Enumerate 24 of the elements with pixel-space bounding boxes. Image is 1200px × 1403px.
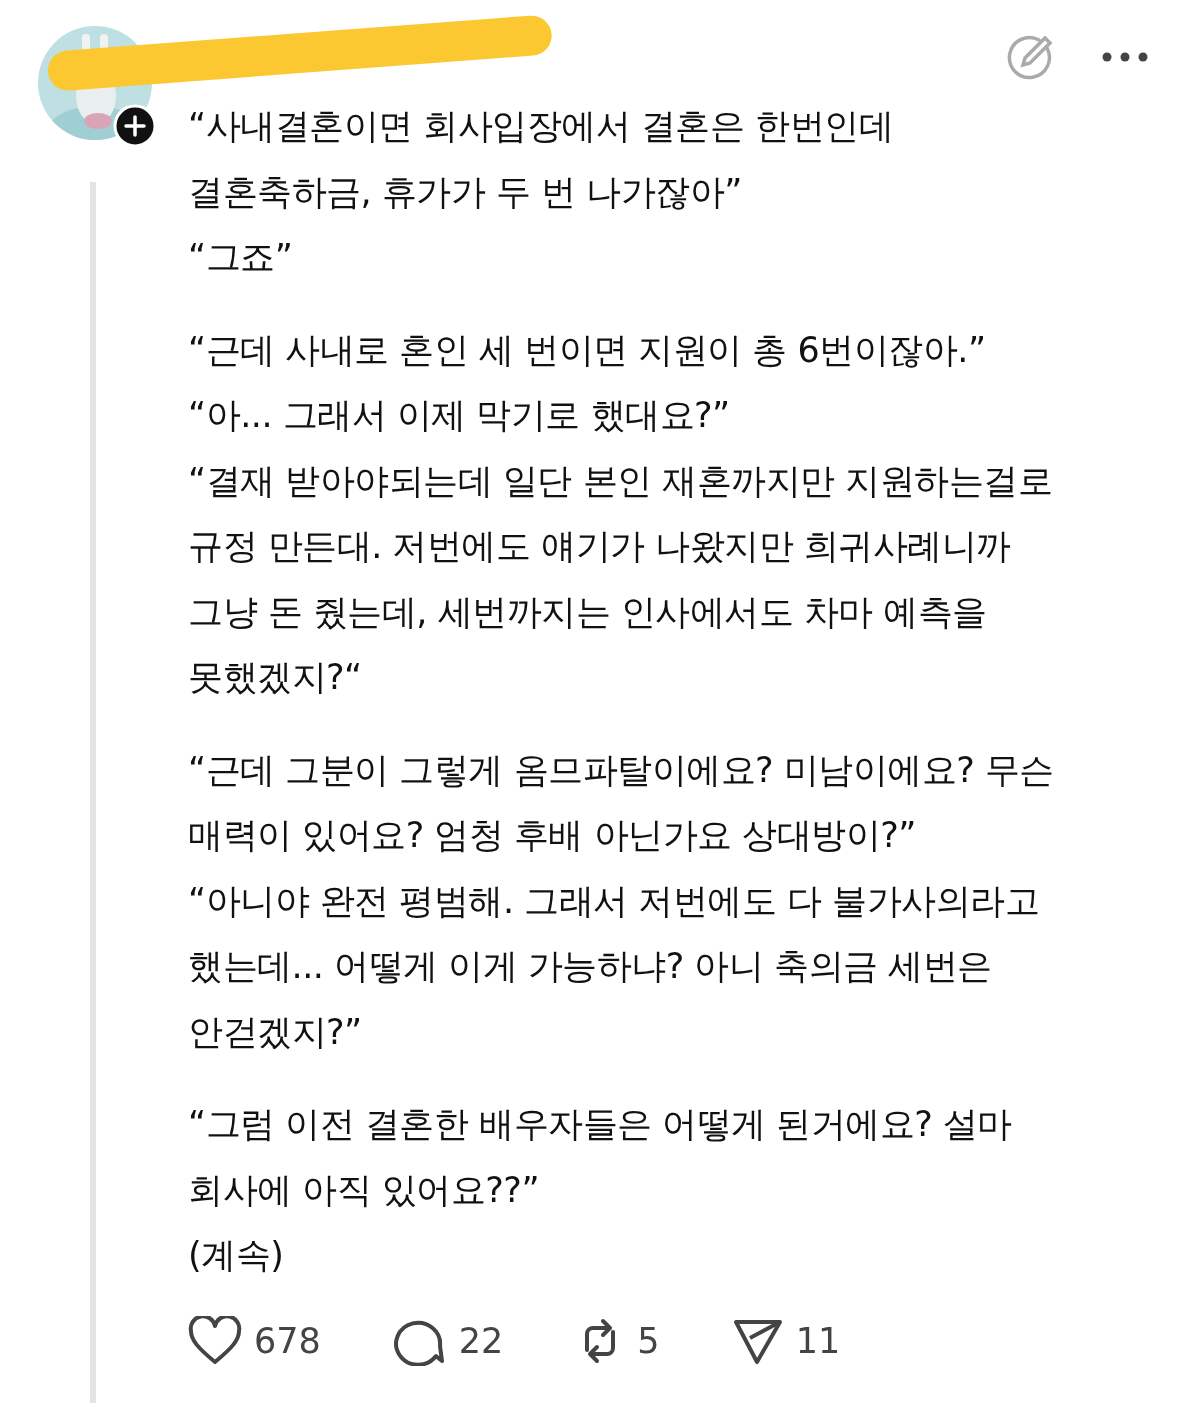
post-text-line: 회사에 아직 있어요??”: [188, 1168, 541, 1212]
post-text-line: 매력이 있어요? 엄청 후배 아닌가요 상대방이?”: [188, 814, 917, 857]
post-text-line: “결재 받아야되는데 일단 본인 재혼까지만 지원하는걸로: [188, 459, 1054, 503]
post-text-line: “근데 사내로 혼인 세 번이면 지원이 총 6번이잖아.”: [188, 328, 987, 372]
follow-icon[interactable]: [113, 104, 157, 148]
post-text-line: 그냥 돈 줬는데, 세번까지는 인사에서도 차마 예측을: [188, 590, 988, 634]
post-text-line: “그죠”: [188, 236, 294, 279]
post-text-line: “그럼 이전 결혼한 배우자들은 어떻게 된거에요? 설마: [188, 1103, 1013, 1146]
heart-icon: [188, 1315, 242, 1366]
post-text-line: 결혼축하금, 휴가가 두 번 나가잖아”: [188, 170, 743, 214]
share-button[interactable]: 11: [731, 1315, 841, 1366]
post-text-line: 못했겠지?“: [188, 656, 363, 699]
post-text-line: 규정 만든대. 저번에도 얘기가 나왔지만 희귀사례니까: [188, 525, 1012, 568]
post-text-line: “사내결혼이면 회사입장에서 결혼은 한번인데: [188, 105, 894, 148]
comment-button[interactable]: 22: [392, 1315, 504, 1366]
post-text-line: “근데 그분이 그렇게 옴므파탈이에요? 미남이에요? 무슨: [188, 748, 1055, 792]
post-text-line: “아니야 완전 평범해. 그래서 저번에도 다 불가사의라고: [188, 879, 1040, 923]
post-text-line: “아... 그래서 이제 막기로 했대요?”: [188, 394, 731, 437]
post-text-line: 했는데... 어떻게 이게 가능하냐? 아니 축의금 세번은: [188, 945, 993, 988]
like-button[interactable]: 678: [188, 1315, 321, 1366]
more-icon[interactable]: [1101, 51, 1149, 63]
repost-button[interactable]: 5: [575, 1315, 660, 1366]
post-text-line: 안걷겠지?”: [188, 1010, 363, 1054]
post-text-line: (계속): [188, 1234, 285, 1277]
